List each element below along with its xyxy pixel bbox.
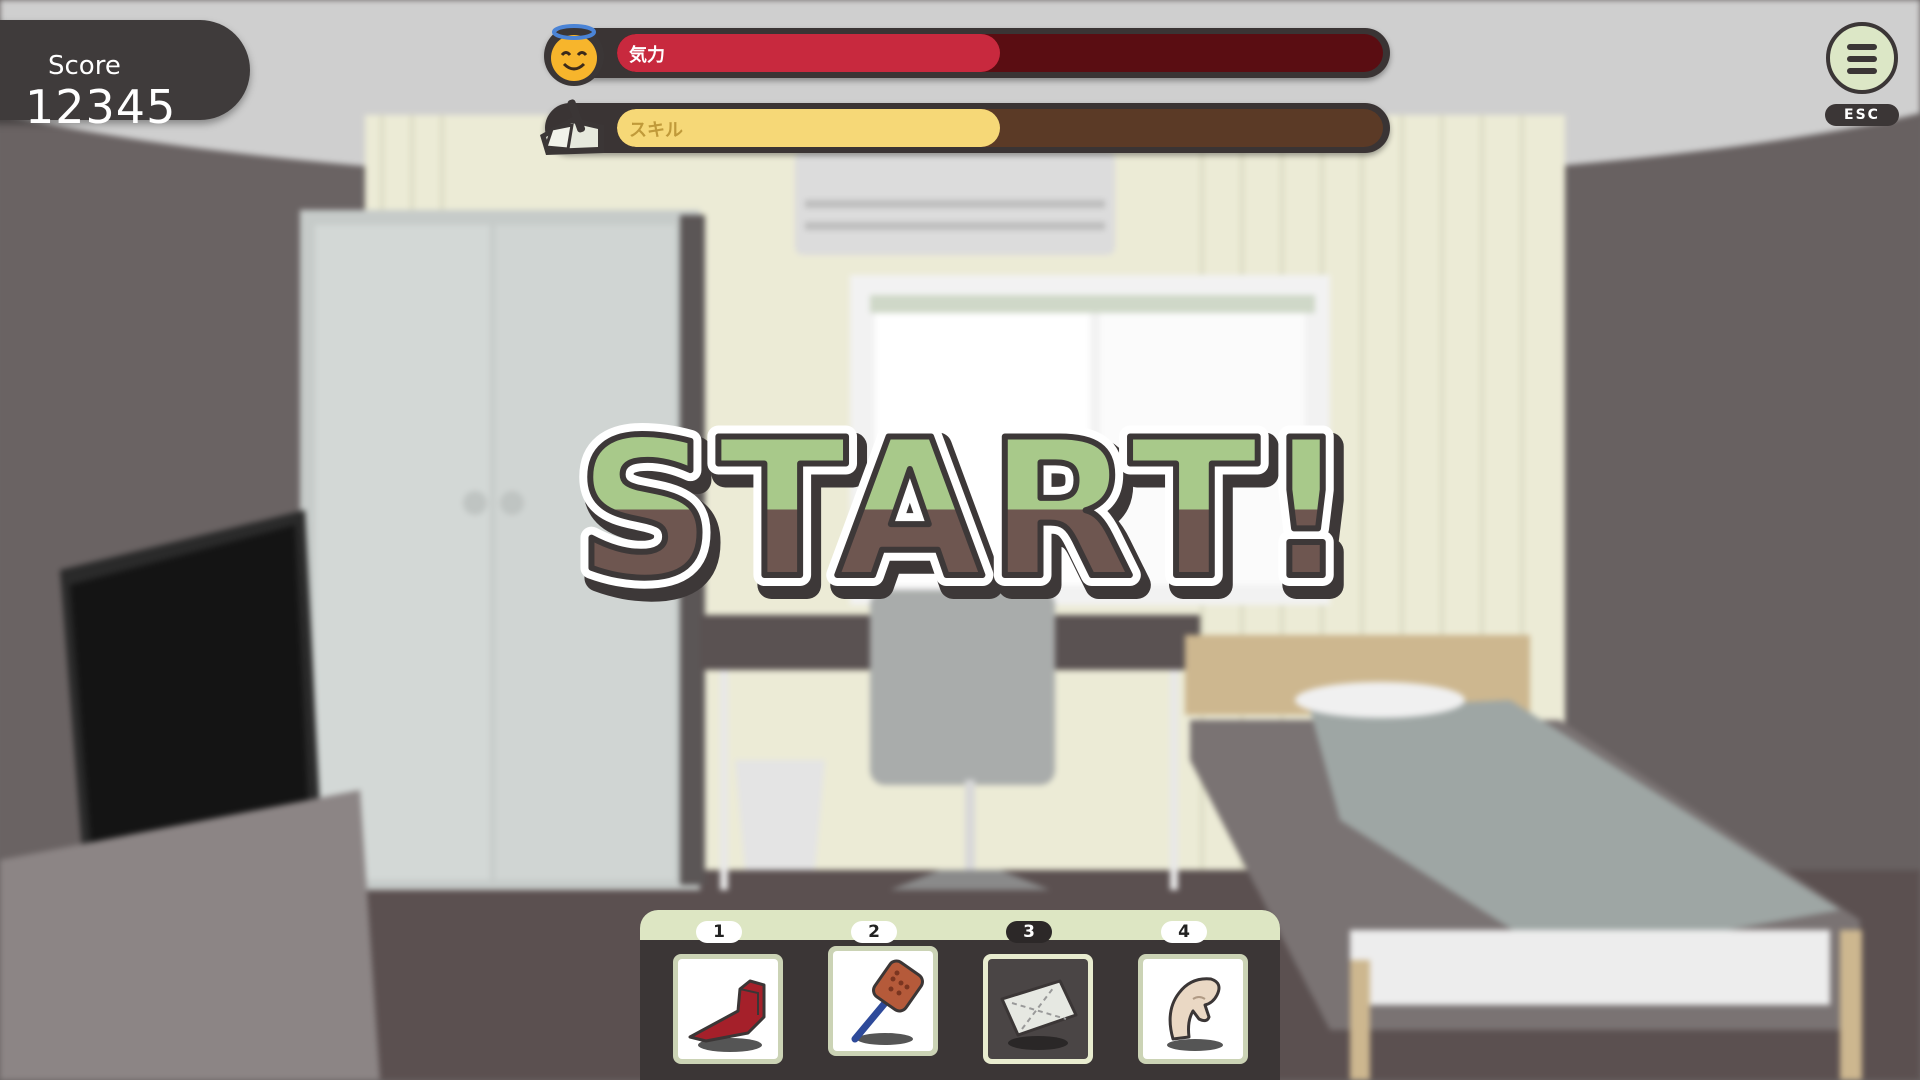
esc-key-hint: ESC bbox=[1825, 104, 1899, 126]
tool-slot-2[interactable]: 2 bbox=[818, 910, 948, 1080]
tool-slot-number: 4 bbox=[1161, 921, 1207, 943]
fly-swatter-icon bbox=[833, 951, 933, 1051]
stamina-bar: 気力 bbox=[545, 28, 1390, 78]
tool-slot-card[interactable] bbox=[1138, 954, 1248, 1064]
tool-slot-card-selected[interactable] bbox=[983, 954, 1093, 1064]
tool-slot-number: 2 bbox=[851, 921, 897, 943]
bare-hand-icon bbox=[1143, 959, 1243, 1059]
tool-slot-4[interactable]: 4 bbox=[1128, 910, 1258, 1080]
score-panel: Score 12345 bbox=[0, 20, 250, 134]
stamina-track: 気力 bbox=[617, 34, 1383, 72]
hamburger-menu-icon[interactable] bbox=[1826, 22, 1898, 94]
skill-bar: スキル bbox=[545, 103, 1390, 153]
tool-slot-1[interactable]: 1 bbox=[663, 910, 793, 1080]
tool-slot-card[interactable] bbox=[828, 946, 938, 1056]
tool-slot-number: 3 bbox=[1006, 921, 1052, 943]
skill-track: スキル bbox=[617, 109, 1383, 147]
stamina-fill bbox=[617, 34, 1000, 72]
tool-slot-number: 1 bbox=[696, 921, 742, 943]
smiling-angel-face-icon bbox=[540, 18, 610, 88]
tissue-paper-icon bbox=[988, 959, 1088, 1059]
tool-slot-3[interactable]: 3 bbox=[973, 910, 1103, 1080]
stamina-label: 気力 bbox=[629, 45, 665, 66]
tool-hotbar: 1 2 3 4 bbox=[640, 910, 1280, 1080]
score-value: 12345 bbox=[25, 80, 177, 134]
handheld-vacuum-icon bbox=[678, 959, 778, 1059]
score-label: Score bbox=[48, 51, 121, 81]
skill-label: スキル bbox=[629, 120, 683, 141]
broom-dustpan-icon bbox=[532, 95, 612, 161]
tool-slot-card[interactable] bbox=[673, 954, 783, 1064]
